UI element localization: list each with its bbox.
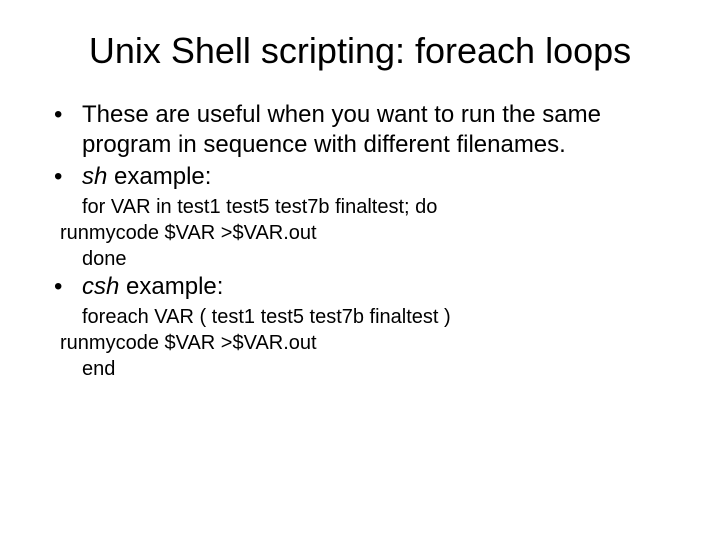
csh-code-line3: end [82,356,690,382]
sh-code-line1: for VAR in test1 test5 test7b finaltest;… [82,194,690,220]
bullet-intro-text: These are useful when you want to run th… [82,101,601,158]
slide: Unix Shell scripting: foreach loops Thes… [0,0,720,540]
csh-label-rest: example: [119,273,223,300]
bullet-list: These are useful when you want to run th… [54,100,690,192]
csh-label-prefix: csh [82,273,119,300]
sh-label-prefix: sh [82,163,107,190]
sh-label-rest: example: [107,163,211,190]
csh-code-line1: foreach VAR ( test1 test5 test7b finalte… [82,304,690,330]
sh-code-line2: runmycode $VAR >$VAR.out [60,220,690,246]
bullet-list-2: csh example: [54,272,690,302]
bullet-sh-example: sh example: [54,162,690,192]
slide-title: Unix Shell scripting: foreach loops [30,30,690,72]
sh-code-line3: done [82,246,690,272]
bullet-intro: These are useful when you want to run th… [54,100,690,160]
bullet-csh-example: csh example: [54,272,690,302]
csh-code-line2: runmycode $VAR >$VAR.out [60,330,690,356]
